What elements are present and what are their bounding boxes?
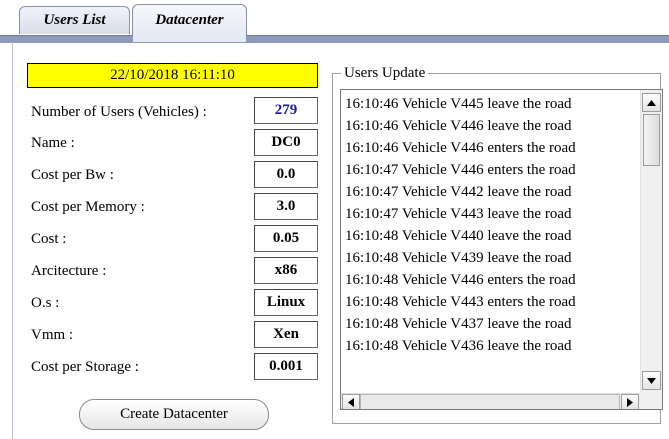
value-cost: 0.05 <box>254 225 318 252</box>
label-name: Name : <box>31 135 75 151</box>
create-datacenter-button[interactable]: Create Datacenter <box>79 399 269 430</box>
tab-bar: Users List Datacenter <box>0 0 669 38</box>
label-cost: Cost : <box>31 231 67 247</box>
value-os: Linux <box>254 289 318 316</box>
list-item[interactable]: 16:10:47 Vehicle V446 enters the road <box>345 159 637 181</box>
list-item[interactable]: 16:10:48 Vehicle V443 enters the road <box>345 291 637 313</box>
users-update-entries: 16:10:46 Vehicle V445 leave the road 16:… <box>345 93 637 357</box>
timestamp-display: 22/10/2018 16:11:10 <box>27 63 318 88</box>
list-item[interactable]: 16:10:48 Vehicle V439 leave the road <box>345 247 637 269</box>
list-item[interactable]: 16:10:47 Vehicle V443 leave the road <box>345 203 637 225</box>
label-os: O.s : <box>31 295 60 311</box>
list-item[interactable]: 16:10:48 Vehicle V440 leave the road <box>345 225 637 247</box>
value-cost-per-storage: 0.001 <box>254 353 318 380</box>
scroll-corner <box>640 393 662 409</box>
label-cost-per-storage: Cost per Storage : <box>31 359 139 375</box>
list-item[interactable]: 16:10:46 Vehicle V446 leave the road <box>345 115 637 137</box>
value-name: DC0 <box>254 129 318 156</box>
vertical-scroll-thumb[interactable] <box>643 114 660 166</box>
horizontal-scroll-thumb[interactable] <box>360 394 620 409</box>
users-update-title: Users Update <box>341 64 429 82</box>
horizontal-scrollbar[interactable] <box>341 393 640 409</box>
vertical-scrollbar[interactable] <box>640 90 662 393</box>
tab-users-list[interactable]: Users List <box>19 6 130 34</box>
active-tab-join <box>133 35 246 42</box>
list-item[interactable]: 16:10:47 Vehicle V442 leave the road <box>345 181 637 203</box>
label-number-of-users: Number of Users (Vehicles) : <box>31 104 207 120</box>
label-vmm: Vmm : <box>31 327 74 343</box>
value-cost-per-bw: 0.0 <box>254 161 318 188</box>
label-cost-per-bw: Cost per Bw : <box>31 167 114 183</box>
tab-strip <box>0 35 669 43</box>
label-architecture: Arcitecture : <box>31 263 107 279</box>
list-item[interactable]: 16:10:48 Vehicle V437 leave the road <box>345 313 637 335</box>
tab-datacenter[interactable]: Datacenter <box>132 4 247 36</box>
arrow-up-icon[interactable] <box>642 93 661 112</box>
arrow-left-icon[interactable] <box>342 394 360 409</box>
list-item[interactable]: 16:10:46 Vehicle V446 enters the road <box>345 137 637 159</box>
list-item[interactable]: 16:10:48 Vehicle V446 enters the road <box>345 269 637 291</box>
list-item[interactable]: 16:10:48 Vehicle V436 leave the road <box>345 335 637 357</box>
label-cost-per-memory: Cost per Memory : <box>31 199 145 215</box>
users-update-list[interactable]: 16:10:46 Vehicle V445 leave the road 16:… <box>340 89 663 410</box>
list-item[interactable]: 16:10:46 Vehicle V445 leave the road <box>345 93 637 115</box>
value-vmm: Xen <box>254 321 318 348</box>
value-number-of-users: 279 <box>254 97 318 124</box>
value-architecture: x86 <box>254 257 318 284</box>
arrow-right-icon[interactable] <box>621 394 639 409</box>
arrow-down-icon[interactable] <box>642 371 661 390</box>
panel-border <box>12 42 13 439</box>
value-cost-per-memory: 3.0 <box>254 193 318 220</box>
